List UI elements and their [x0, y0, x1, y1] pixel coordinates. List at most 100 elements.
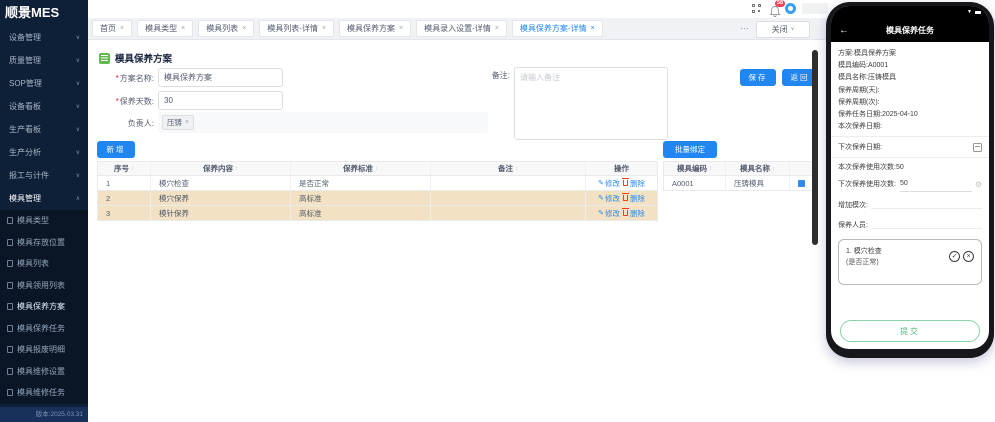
batch-bind-button[interactable]: 批量绑定	[663, 141, 717, 158]
close-icon[interactable]: ×	[322, 25, 326, 32]
gear-icon[interactable]: ⚙	[975, 178, 982, 191]
sidebar-subitem-repair-task[interactable]: 模具维修任务	[0, 382, 88, 404]
sidebar-subitem-mold-list[interactable]: 模具列表	[0, 253, 88, 275]
sidebar-subitem-maintenance-plan[interactable]: 模具保养方案	[0, 296, 88, 318]
bound-action-icon[interactable]	[798, 180, 805, 187]
sidebar-item-equipment-board[interactable]: 设备看板∨	[0, 95, 88, 118]
tab-mold-list-detail[interactable]: 模具列表-详情×	[259, 20, 334, 37]
close-icon[interactable]: ×	[399, 25, 403, 32]
sidebar-item-label: 生产看板	[9, 124, 41, 135]
staff-input[interactable]	[871, 221, 982, 229]
edit-link[interactable]: ✎修改	[598, 208, 620, 219]
cell-operation: ✎修改 删除	[586, 191, 657, 205]
calendar-icon[interactable]	[973, 143, 982, 152]
more-icon[interactable]: …	[740, 21, 749, 31]
sidebar-subitem-label: 模具维修设置	[17, 366, 65, 377]
sidebar-item-quality-mgmt[interactable]: 质量管理∨	[0, 49, 88, 72]
close-icon[interactable]: ×	[120, 25, 124, 32]
chevron-up-icon: ∧	[76, 195, 80, 202]
sidebar-item-work-report[interactable]: 报工与计件∨	[0, 164, 88, 187]
submit-button[interactable]: 提交	[840, 320, 980, 342]
sort-icon[interactable]: ↕	[131, 166, 134, 172]
tab-maintenance-plan[interactable]: 模具保养方案×	[339, 20, 411, 37]
close-icon[interactable]: ×	[495, 25, 499, 32]
add-row-button[interactable]: 新增	[97, 141, 135, 158]
close-tabs-button[interactable]: 关闭∨	[756, 21, 810, 38]
save-button[interactable]: 保存	[740, 69, 776, 86]
document-icon	[7, 217, 13, 224]
sort-icon[interactable]: ↕	[709, 166, 712, 172]
header-content[interactable]: 保养内容↕	[151, 162, 291, 175]
owner-tag-label: 压铸	[167, 117, 182, 128]
field-next-count[interactable]: 下次保养使用次数: 50 ⚙	[838, 177, 982, 192]
maintenance-table: 序号↕ 保养内容↕ 保养标准↕ 备注↕ 操作 1 模穴检查 是否正常 ✎修改 删…	[97, 161, 658, 221]
chevron-down-icon: ∨	[76, 80, 80, 87]
sidebar-subitem-label: 模具存放位置	[17, 237, 65, 248]
sort-icon[interactable]: ↕	[375, 166, 378, 172]
edit-link[interactable]: ✎修改	[598, 193, 620, 204]
sidebar-subitem-maintenance-task[interactable]: 模具保养任务	[0, 318, 88, 340]
tab-mold-entry-settings-detail[interactable]: 模具录入设置-详情×	[416, 20, 507, 37]
close-icon[interactable]: ×	[591, 25, 595, 32]
notification-bell-icon[interactable]: 58	[770, 4, 780, 15]
sidebar-item-sop-mgmt[interactable]: SOP管理∨	[0, 72, 88, 95]
pass-check-icon[interactable]: ✓	[949, 251, 960, 262]
next-count-input[interactable]: 50	[900, 177, 972, 192]
cell-content: 模穴检查	[151, 176, 291, 190]
sidebar-subitem-storage-location[interactable]: 模具存放位置	[0, 232, 88, 254]
sidebar-item-mold-mgmt[interactable]: 模具管理∧	[0, 187, 88, 210]
table-row[interactable]: 3 模针保养 高标准 ✎修改 删除	[98, 206, 657, 221]
sort-icon[interactable]: ↕	[515, 166, 518, 172]
delete-link[interactable]: 删除	[622, 208, 645, 219]
sort-icon[interactable]: ↕	[772, 166, 775, 172]
table-header-row: 序号↕ 保养内容↕ 保养标准↕ 备注↕ 操作	[98, 162, 657, 176]
page-root: 顺景MES 设备管理∨ 质量管理∨ SOP管理∨ 设备看板∨ 生产看板∨ 生产分…	[0, 0, 995, 422]
delete-link[interactable]: 删除	[622, 178, 645, 189]
maintain-days-input[interactable]	[158, 91, 283, 110]
header-standard[interactable]: 保养标准↕	[291, 162, 431, 175]
header-mold-name[interactable]: 模具名称↕	[726, 162, 790, 175]
owner-field[interactable]: 压铸×	[158, 112, 488, 133]
sidebar-item-production-analysis[interactable]: 生产分析∨	[0, 141, 88, 164]
qr-code-icon[interactable]	[752, 4, 761, 13]
fail-cross-icon[interactable]: ×	[963, 251, 974, 262]
header-seq[interactable]: 序号↕	[98, 162, 151, 175]
table-row[interactable]: 2 模穴保养 高标准 ✎修改 删除	[98, 191, 657, 206]
field-staff[interactable]: 保养人员:	[838, 219, 982, 232]
field-next-date[interactable]: 下次保养日期:	[838, 140, 982, 154]
task-subtitle: (是否正常)	[846, 257, 882, 268]
add-count-input[interactable]	[871, 201, 982, 209]
sidebar-subitem-scrap-detail[interactable]: 模具报废明细	[0, 339, 88, 361]
delete-link[interactable]: 删除	[622, 193, 645, 204]
staff-label: 保养人员:	[838, 219, 868, 232]
sort-icon[interactable]: ↕	[235, 166, 238, 172]
tab-mold-type[interactable]: 模具类型×	[137, 20, 193, 37]
sidebar-subitem-mold-type[interactable]: 模具类型	[0, 210, 88, 232]
sidebar-item-production-board[interactable]: 生产看板∨	[0, 118, 88, 141]
close-icon[interactable]: ×	[242, 25, 246, 32]
field-add-count[interactable]: 增加模次:	[838, 199, 982, 212]
back-arrow-icon[interactable]: ←	[839, 25, 849, 36]
remove-tag-icon[interactable]: ×	[185, 119, 189, 126]
task-card-actions: ✓ ×	[949, 246, 974, 278]
header-mold-code[interactable]: 模具编码↕	[664, 162, 726, 175]
sidebar-item-equipment-mgmt[interactable]: 设备管理∨	[0, 26, 88, 49]
tab-label: 模具保养方案-详情	[520, 23, 587, 34]
header-remark[interactable]: 备注↕	[431, 162, 586, 175]
sidebar-subitem-mold-issue-list[interactable]: 模具领用列表	[0, 275, 88, 297]
edit-link[interactable]: ✎修改	[598, 178, 620, 189]
tab-home[interactable]: 首页×	[92, 20, 132, 37]
remark-textarea[interactable]	[514, 67, 668, 140]
tab-maintenance-plan-detail[interactable]: 模具保养方案-详情 ×	[512, 20, 603, 37]
user-menu[interactable]	[802, 3, 828, 14]
avatar[interactable]	[785, 3, 796, 14]
plan-name-input[interactable]	[158, 68, 283, 87]
vertical-scrollbar[interactable]	[812, 50, 818, 245]
sidebar-subitem-repair-settings[interactable]: 模具维修设置	[0, 361, 88, 383]
tab-mold-list[interactable]: 模具列表×	[198, 20, 254, 37]
table-row[interactable]: A0001 压铸模具	[664, 176, 812, 191]
required-asterisk: *	[116, 97, 119, 106]
close-icon[interactable]: ×	[181, 25, 185, 32]
table-row[interactable]: 1 模穴检查 是否正常 ✎修改 删除	[98, 176, 657, 191]
phone-mockup: ▼ ← 模具保养任务 方案:模具保养方案 模具编码:A0001 模具名称:压铸模…	[826, 2, 994, 358]
